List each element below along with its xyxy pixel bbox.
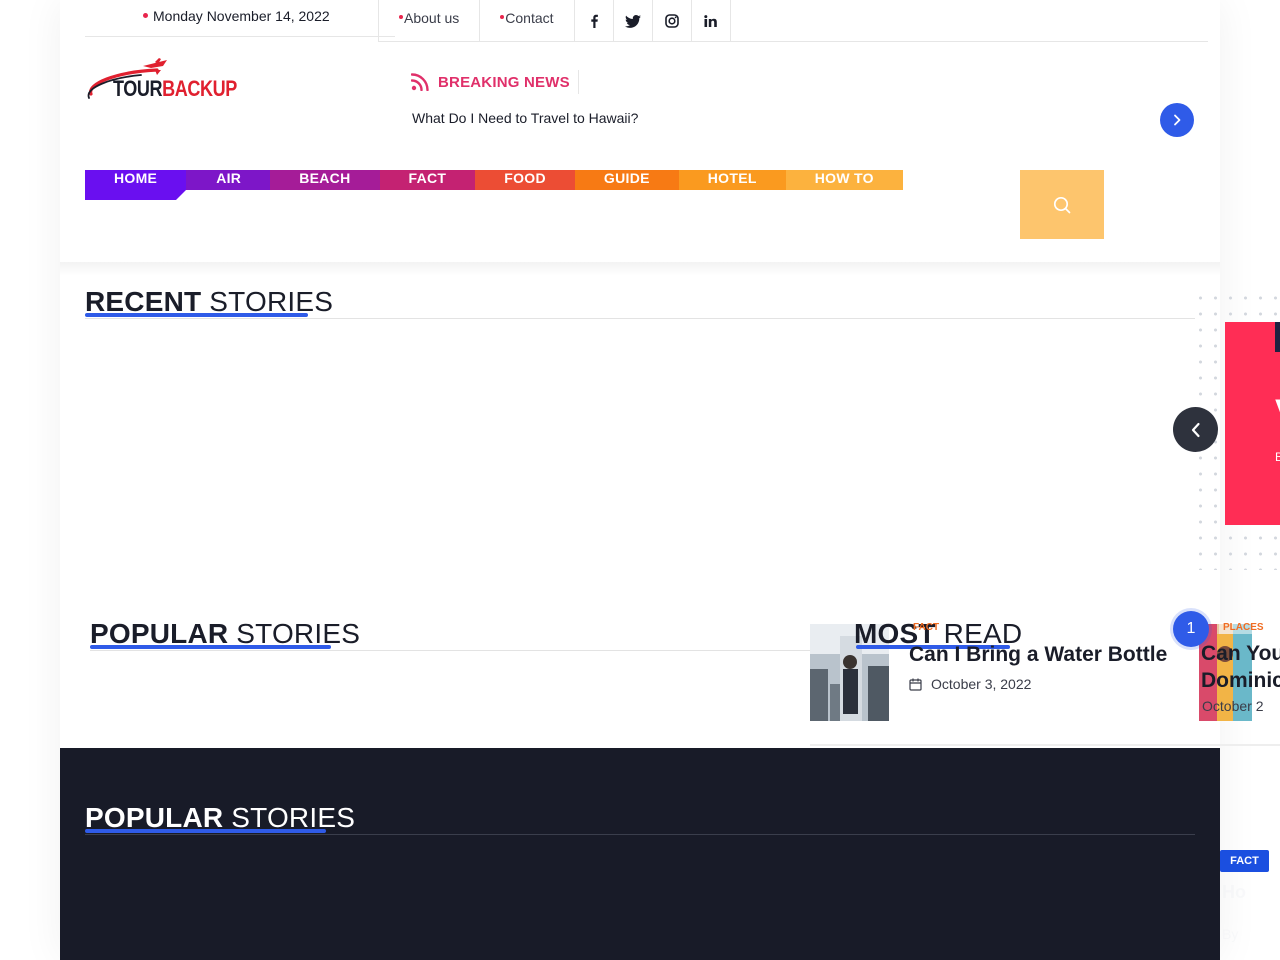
divider <box>85 318 1195 319</box>
search-icon <box>1053 196 1071 213</box>
faded-title-fragment: Ho <box>1222 882 1246 902</box>
article-title[interactable]: Can You Dominic <box>1201 640 1280 694</box>
menu-item-label: FACT <box>408 170 447 186</box>
menu-item-label: HOME <box>114 170 158 186</box>
article-date-text: October 3, 2022 <box>931 676 1032 692</box>
menu-item-home[interactable]: HOME <box>85 170 187 200</box>
calendar-icon <box>909 678 922 691</box>
slider-prev-button[interactable] <box>1173 407 1218 452</box>
menu-item-hotel[interactable]: HOTEL <box>678 170 786 190</box>
heading-underline <box>90 645 331 649</box>
faded-meta-fragment: By <box>1222 926 1239 942</box>
logo-text: TOURBACKUP <box>113 76 237 102</box>
section-shadow <box>60 262 1220 276</box>
menu-item-how-to[interactable]: HOW TO <box>785 170 903 190</box>
article-date-text: October 2 <box>1202 698 1264 714</box>
article-title-line: Can You <box>1201 642 1280 665</box>
logo-text-part2: BACKUP <box>162 76 237 101</box>
divider <box>90 650 810 651</box>
menu-item-label: GUIDE <box>603 170 650 186</box>
facebook-icon[interactable] <box>575 0 614 42</box>
instagram-icon[interactable] <box>653 0 692 42</box>
breaking-next-button[interactable] <box>1160 103 1194 137</box>
card-category-badge <box>1275 322 1280 352</box>
menu-item-label: BEACH <box>299 170 351 186</box>
card-meta-fragment: B <box>1275 450 1280 464</box>
logo-text-part1: TOUR <box>113 76 163 101</box>
chevron-right-icon <box>1174 114 1181 126</box>
site-logo[interactable]: TOURBACKUP <box>85 58 237 106</box>
article-title[interactable]: Can I Bring a Water Bottle <box>909 643 1167 667</box>
article-date: October 3, 2022 <box>909 676 1031 692</box>
article-title-line: Dominic <box>1201 669 1280 692</box>
menu-item-label: FOOD <box>504 170 546 186</box>
heading-underline <box>85 829 326 833</box>
divider <box>810 744 1280 746</box>
article-category-tag[interactable]: FACT <box>913 622 939 633</box>
bullet-dot <box>143 12 148 18</box>
active-notch <box>176 190 187 200</box>
menu-item-label: AIR <box>216 170 242 186</box>
divider <box>378 41 1208 42</box>
contact-link-label: Contact <box>505 10 554 26</box>
menu-item-label: HOTEL <box>707 170 757 186</box>
breaking-news-header: BREAKING NEWS <box>411 70 570 94</box>
contact-link[interactable]: Contact <box>480 0 575 42</box>
dark-section <box>60 748 1220 960</box>
breaking-news-title: BREAKING NEWS <box>438 73 570 91</box>
divider <box>85 36 395 37</box>
date-text: Monday November 14, 2022 <box>153 8 330 24</box>
category-badge[interactable]: FACT <box>1220 850 1269 872</box>
menu-item-air[interactable]: AIR <box>186 170 271 190</box>
article-date: October 2 <box>1202 698 1280 714</box>
menu-item-guide[interactable]: GUIDE <box>574 170 679 190</box>
menu-item-food[interactable]: FOOD <box>475 170 575 190</box>
top-navigation: About us Contact <box>378 0 731 42</box>
slider-card[interactable]: V B <box>1225 322 1280 525</box>
menu-item-fact[interactable]: FACT <box>379 170 476 190</box>
search-button[interactable] <box>1020 170 1104 239</box>
about-link[interactable]: About us <box>379 0 481 42</box>
breaking-news-headline[interactable]: What Do I Need to Travel to Hawaii? <box>412 110 638 126</box>
heading-underline <box>85 313 308 317</box>
chevron-left-icon <box>1191 422 1200 437</box>
bullet-dot <box>399 15 403 20</box>
linkedin-icon[interactable] <box>692 0 731 42</box>
article-category-tag[interactable]: PLACES <box>1219 622 1268 634</box>
menu-item-beach[interactable]: BEACH <box>270 170 380 190</box>
divider <box>85 834 1195 835</box>
current-date: Monday November 14, 2022 <box>143 8 330 24</box>
rss-icon <box>411 73 429 91</box>
about-link-label: About us <box>404 10 460 26</box>
twitter-icon[interactable] <box>614 0 653 42</box>
card-title-fragment: V <box>1275 392 1280 437</box>
main-menu: HOME AIR BEACH FACT FOOD GUIDE HOTEL HOW… <box>85 170 903 200</box>
bullet-dot <box>500 15 505 20</box>
rank-badge: 1 <box>1173 611 1209 647</box>
menu-item-label: HOW TO <box>814 170 874 186</box>
divider <box>578 70 579 94</box>
